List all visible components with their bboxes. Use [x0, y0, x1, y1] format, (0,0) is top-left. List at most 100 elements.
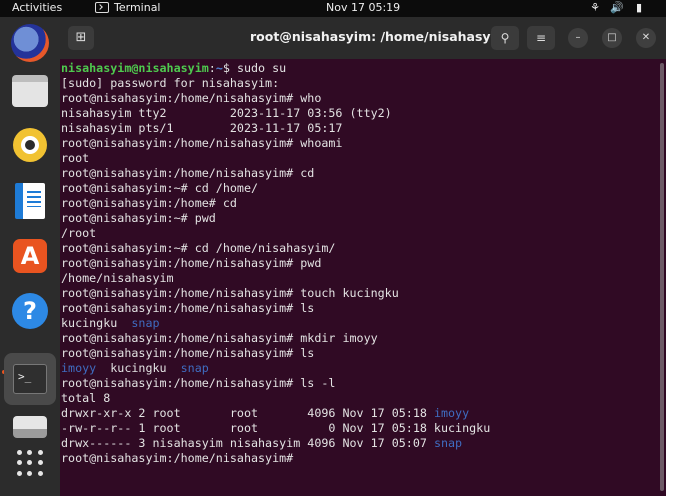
help-launcher[interactable]: ?: [8, 289, 52, 333]
disk-icon: [13, 416, 47, 438]
terminal-line: imoyy kucingku snap: [61, 361, 651, 376]
terminal-text: root@nisahasyim:/home/nisahasyim# pwd: [61, 256, 322, 270]
title-bar[interactable]: ⊞ root@nisahasyim: /home/nisahasyim ⚲ ≡ …: [60, 17, 666, 59]
terminal-text: root@nisahasyim:~# pwd: [61, 211, 216, 225]
minimize-icon: –: [575, 32, 581, 43]
files-icon: [12, 75, 48, 107]
terminal-text: root@nisahasyim:/home/nisahasyim# cd: [61, 166, 315, 180]
app-name: Terminal: [114, 1, 161, 14]
terminal-line: total 8: [61, 391, 651, 406]
hamburger-menu-icon: ≡: [535, 31, 547, 45]
terminal-text: root@nisahasyim:/home# cd: [61, 196, 237, 210]
terminal-app-icon: [95, 2, 109, 13]
terminal-text: kucingku: [96, 361, 181, 375]
terminal-text: root@nisahasyim:~# cd /home/: [61, 181, 259, 195]
terminal-text: [sudo] password for nisahasyim:: [61, 76, 280, 90]
terminal-text: kucingku: [61, 316, 132, 330]
maximize-icon: □: [607, 32, 617, 43]
terminal-line: root@nisahasyim:/home# cd: [61, 196, 651, 211]
minimize-button[interactable]: –: [568, 28, 588, 48]
terminal-window: ⊞ root@nisahasyim: /home/nisahasyim ⚲ ≡ …: [60, 17, 666, 496]
terminal-text: root@nisahasyim:/home/nisahasyim# ls -l: [61, 376, 336, 390]
terminal-line: /root: [61, 226, 651, 241]
terminal-text: nisahasyim@nisahasyim: [61, 61, 209, 75]
firefox-launcher[interactable]: [8, 21, 52, 65]
terminal-line: root@nisahasyim:~# cd /home/: [61, 181, 651, 196]
terminal-text: imoyy: [61, 361, 97, 375]
terminal-text: total 8: [61, 391, 111, 405]
terminal-line: root@nisahasyim:/home/nisahasyim# pwd: [61, 256, 651, 271]
terminal-text: root: [61, 151, 90, 165]
terminal-line: root@nisahasyim:/home/nisahasyim# ls -l: [61, 376, 651, 391]
search-button[interactable]: ⚲: [491, 26, 519, 50]
activities-button[interactable]: Activities: [12, 1, 62, 14]
maximize-button[interactable]: □: [602, 28, 622, 48]
terminal-line: -rw-r--r-- 1 root root 0 Nov 17 05:18 ku…: [61, 421, 651, 436]
dock: A ? >_: [0, 17, 60, 496]
terminal-line: drwx------ 3 nisahasyim nisahasyim 4096 …: [61, 436, 651, 451]
close-icon: ✕: [641, 32, 651, 43]
terminal-line: /home/nisahasyim: [61, 271, 651, 286]
libreoffice-writer-icon: [15, 183, 45, 219]
show-apps-icon: [17, 450, 43, 476]
terminal-text: :: [208, 61, 216, 75]
app-menu[interactable]: Terminal: [95, 1, 161, 14]
terminal-line: [sudo] password for nisahasyim:: [61, 76, 651, 91]
files-launcher[interactable]: [8, 69, 52, 113]
terminal-text: snap: [131, 316, 160, 330]
rhythmbox-launcher[interactable]: [8, 123, 52, 167]
scrollbar[interactable]: [660, 63, 664, 491]
terminal-line: root@nisahasyim:/home/nisahasyim# whoami: [61, 136, 651, 151]
terminal-text: imoyy: [433, 406, 470, 420]
terminal-text: $ sudo su: [222, 61, 287, 75]
top-bar: Activities Terminal Nov 17 05:19 ⚘ 🔊 ▮: [0, 0, 666, 17]
help-icon: ?: [12, 293, 48, 329]
rhythmbox-icon: [13, 128, 47, 162]
terminal-text: drwx------ 3 nisahasyim nisahasyim 4096 …: [61, 436, 434, 450]
network-icon: ⚘: [590, 1, 600, 14]
terminal-text: root@nisahasyim:~# cd /home/nisahasyim/: [61, 241, 336, 255]
new-tab-icon: ⊞: [75, 30, 87, 45]
terminal-line: nisahasyim tty2 2023-11-17 03:56 (tty2): [61, 106, 651, 121]
writer-launcher[interactable]: [8, 179, 52, 223]
terminal-text: root@nisahasyim:/home/nisahasyim# mkdir …: [61, 331, 378, 345]
terminal-line: root@nisahasyim:/home/nisahasyim# touch …: [61, 286, 651, 301]
terminal-text: /home/nisahasyim: [61, 271, 174, 285]
terminal-text: drwxr-xr-x 2 root root 4096 Nov 17 05:18: [61, 406, 434, 420]
firefox-icon: [11, 24, 49, 62]
volume-icon: 🔊: [610, 1, 624, 14]
terminal-text: root@nisahasyim:/home/nisahasyim# ls: [61, 301, 315, 315]
battery-icon: ▮: [635, 1, 643, 14]
system-menu[interactable]: ⚘ 🔊 ▮: [588, 1, 646, 14]
terminal-line: root: [61, 151, 651, 166]
terminal-text: snap: [433, 436, 463, 450]
terminal-line: drwxr-xr-x 2 root root 4096 Nov 17 05:18…: [61, 406, 651, 421]
terminal-icon: >_: [13, 364, 47, 394]
window-title: root@nisahasyim: /home/nisahasyim: [250, 29, 508, 44]
terminal-output[interactable]: nisahasyim@nisahasyim:~$ sudo su [sudo] p…: [61, 61, 651, 466]
search-icon: ⚲: [500, 31, 510, 45]
terminal-line: nisahasyim@nisahasyim:~$ sudo su: [61, 61, 651, 76]
app-center-launcher[interactable]: A: [8, 234, 52, 278]
clock[interactable]: Nov 17 05:19: [326, 1, 400, 14]
terminal-line: root@nisahasyim:/home/nisahasyim# ls: [61, 346, 651, 361]
terminal-text: root@nisahasyim:/home/nisahasyim# whoami: [61, 136, 343, 150]
terminal-text: root@nisahasyim:/home/nisahasyim# who: [61, 91, 322, 105]
terminal-line: root@nisahasyim:/home/nisahasyim# who: [61, 91, 651, 106]
terminal-line: kucingku snap: [61, 316, 651, 331]
terminal-line: root@nisahasyim:/home/nisahasyim# ls: [61, 301, 651, 316]
terminal-text: -rw-r--r-- 1 root root 0 Nov 17 05:18 ku…: [61, 421, 491, 435]
terminal-text: ~: [215, 61, 223, 75]
menu-button[interactable]: ≡: [527, 26, 555, 50]
show-apps-button[interactable]: [8, 441, 52, 485]
new-tab-button[interactable]: ⊞: [68, 26, 94, 50]
terminal-line: root@nisahasyim:/home/nisahasyim# cd: [61, 166, 651, 181]
terminal-text: root@nisahasyim:/home/nisahasyim# touch …: [61, 286, 399, 300]
terminal-text: nisahasyim tty2 2023-11-17 03:56 (tty2): [61, 106, 392, 120]
terminal-launcher[interactable]: >_: [4, 353, 56, 405]
terminal-text: nisahasyim pts/1 2023-11-17 05:17: [61, 121, 343, 135]
terminal-text: /root: [61, 226, 97, 240]
terminal-line: root@nisahasyim:/home/nisahasyim#: [61, 451, 651, 466]
close-button[interactable]: ✕: [636, 28, 656, 48]
app-center-icon: A: [13, 239, 47, 273]
